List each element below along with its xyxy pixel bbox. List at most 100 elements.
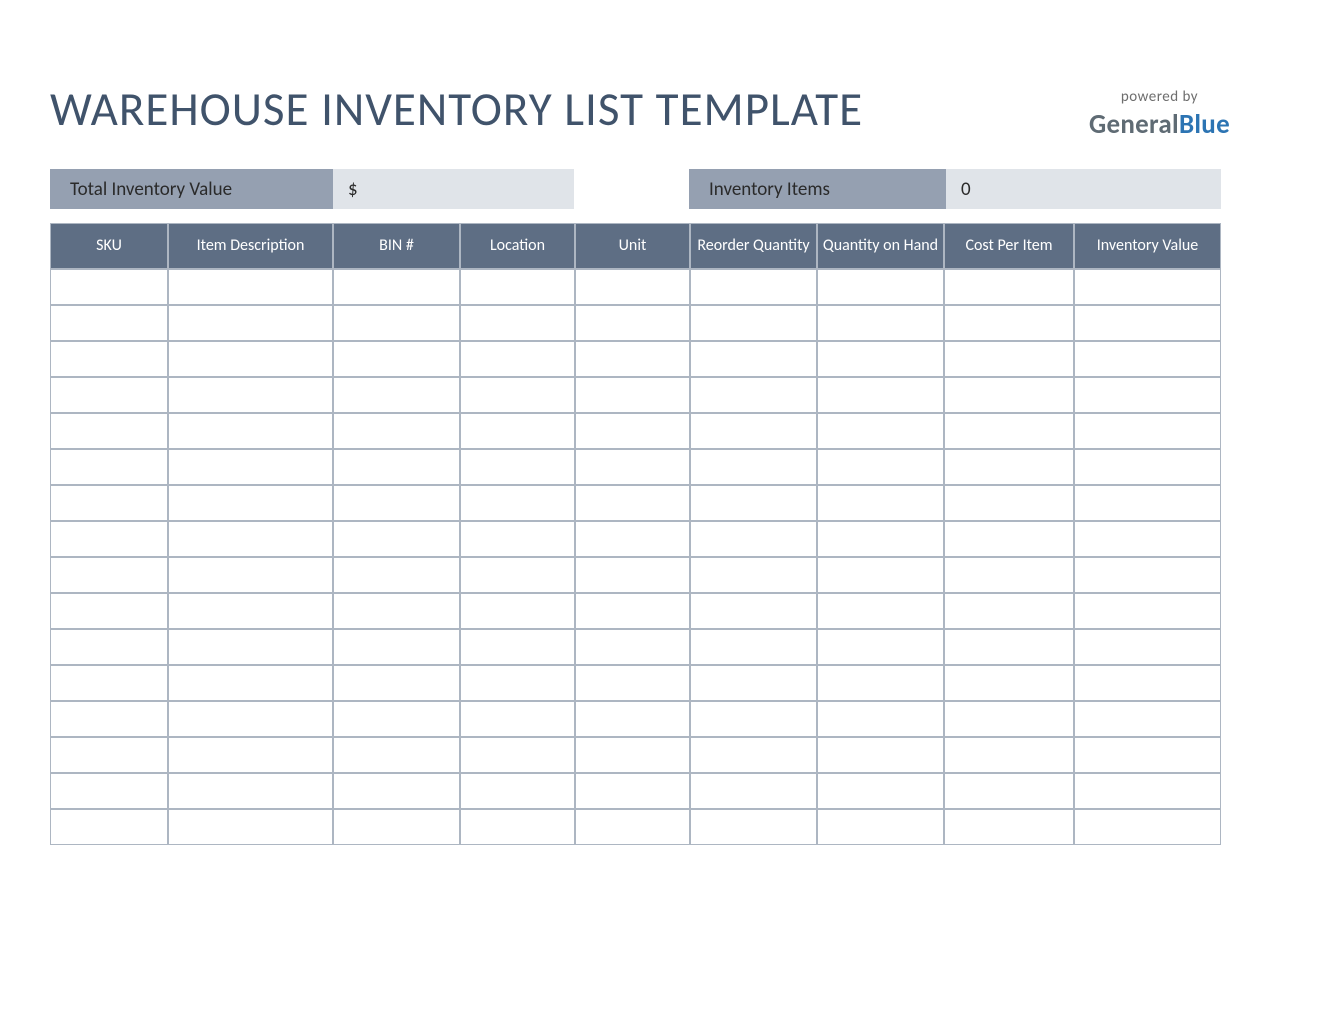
table-cell[interactable] [575, 593, 690, 629]
table-cell[interactable] [333, 413, 460, 449]
inventory-items-cell[interactable]: 0 [946, 169, 1221, 209]
table-cell[interactable] [50, 809, 168, 845]
table-cell[interactable] [333, 737, 460, 773]
table-cell[interactable] [1074, 809, 1221, 845]
table-cell[interactable] [817, 557, 944, 593]
table-cell[interactable] [575, 377, 690, 413]
table-cell[interactable] [1074, 449, 1221, 485]
table-cell[interactable] [575, 269, 690, 305]
table-cell[interactable] [333, 701, 460, 737]
table-cell[interactable] [944, 665, 1074, 701]
table-cell[interactable] [460, 629, 575, 665]
table-cell[interactable] [460, 377, 575, 413]
table-cell[interactable] [1074, 269, 1221, 305]
table-cell[interactable] [50, 701, 168, 737]
table-cell[interactable] [575, 449, 690, 485]
table-cell[interactable] [575, 773, 690, 809]
table-cell[interactable] [575, 485, 690, 521]
table-cell[interactable] [168, 521, 333, 557]
table-cell[interactable] [50, 413, 168, 449]
table-cell[interactable] [690, 557, 817, 593]
table-cell[interactable] [1074, 377, 1221, 413]
table-cell[interactable] [944, 773, 1074, 809]
table-cell[interactable] [333, 773, 460, 809]
table-cell[interactable] [460, 413, 575, 449]
table-cell[interactable] [944, 737, 1074, 773]
table-cell[interactable] [944, 593, 1074, 629]
table-cell[interactable] [1074, 593, 1221, 629]
table-cell[interactable] [50, 665, 168, 701]
table-cell[interactable] [460, 701, 575, 737]
table-cell[interactable] [817, 413, 944, 449]
table-cell[interactable] [817, 485, 944, 521]
table-cell[interactable] [690, 377, 817, 413]
table-cell[interactable] [690, 521, 817, 557]
table-cell[interactable] [690, 341, 817, 377]
table-cell[interactable] [168, 557, 333, 593]
table-cell[interactable] [944, 629, 1074, 665]
total-inventory-value-cell[interactable]: $ [333, 169, 574, 209]
table-cell[interactable] [50, 737, 168, 773]
table-cell[interactable] [944, 413, 1074, 449]
table-cell[interactable] [50, 377, 168, 413]
table-cell[interactable] [50, 629, 168, 665]
table-cell[interactable] [1074, 665, 1221, 701]
table-cell[interactable] [333, 557, 460, 593]
table-cell[interactable] [690, 305, 817, 341]
table-cell[interactable] [690, 773, 817, 809]
table-cell[interactable] [333, 809, 460, 845]
table-cell[interactable] [50, 557, 168, 593]
table-cell[interactable] [50, 305, 168, 341]
table-cell[interactable] [944, 305, 1074, 341]
table-cell[interactable] [690, 413, 817, 449]
table-cell[interactable] [1074, 737, 1221, 773]
table-cell[interactable] [50, 269, 168, 305]
table-cell[interactable] [1074, 773, 1221, 809]
table-cell[interactable] [1074, 485, 1221, 521]
table-cell[interactable] [50, 773, 168, 809]
table-cell[interactable] [333, 305, 460, 341]
table-cell[interactable] [168, 629, 333, 665]
table-cell[interactable] [333, 485, 460, 521]
table-cell[interactable] [944, 701, 1074, 737]
table-cell[interactable] [690, 593, 817, 629]
table-cell[interactable] [333, 629, 460, 665]
table-cell[interactable] [333, 269, 460, 305]
table-cell[interactable] [575, 341, 690, 377]
table-cell[interactable] [460, 521, 575, 557]
table-cell[interactable] [944, 485, 1074, 521]
table-cell[interactable] [575, 701, 690, 737]
table-cell[interactable] [817, 629, 944, 665]
table-cell[interactable] [460, 269, 575, 305]
table-cell[interactable] [168, 485, 333, 521]
table-cell[interactable] [817, 773, 944, 809]
table-cell[interactable] [168, 449, 333, 485]
table-cell[interactable] [460, 593, 575, 629]
table-cell[interactable] [944, 449, 1074, 485]
table-cell[interactable] [333, 521, 460, 557]
table-cell[interactable] [817, 305, 944, 341]
table-cell[interactable] [50, 485, 168, 521]
table-cell[interactable] [944, 521, 1074, 557]
table-cell[interactable] [944, 377, 1074, 413]
table-cell[interactable] [1074, 629, 1221, 665]
table-cell[interactable] [944, 557, 1074, 593]
table-cell[interactable] [1074, 341, 1221, 377]
table-cell[interactable] [168, 701, 333, 737]
table-cell[interactable] [1074, 305, 1221, 341]
table-cell[interactable] [460, 305, 575, 341]
table-cell[interactable] [690, 737, 817, 773]
table-cell[interactable] [575, 413, 690, 449]
table-cell[interactable] [575, 557, 690, 593]
table-cell[interactable] [333, 449, 460, 485]
table-cell[interactable] [817, 269, 944, 305]
table-cell[interactable] [333, 377, 460, 413]
table-cell[interactable] [1074, 701, 1221, 737]
table-cell[interactable] [168, 809, 333, 845]
table-cell[interactable] [460, 449, 575, 485]
table-cell[interactable] [817, 449, 944, 485]
table-cell[interactable] [168, 341, 333, 377]
table-cell[interactable] [817, 593, 944, 629]
table-cell[interactable] [168, 305, 333, 341]
table-cell[interactable] [575, 809, 690, 845]
